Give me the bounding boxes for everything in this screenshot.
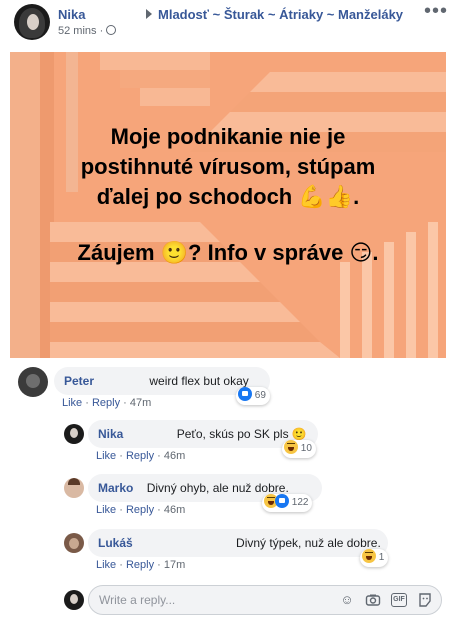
like-link[interactable]: Like xyxy=(96,559,116,571)
like-icon xyxy=(275,494,289,508)
group-path-link[interactable]: Mladosť ~ Šturak ~ Átriaky ~ Manželáky xyxy=(158,7,403,22)
comment-text: Divný týpek, nuž ale dobre. xyxy=(236,536,381,550)
commenter-name[interactable]: Lukáš xyxy=(98,536,133,550)
commenter-name[interactable]: Nika xyxy=(98,427,123,441)
post-meta: 52 mins · xyxy=(58,25,117,37)
arrow-right-icon xyxy=(146,9,152,19)
audience-globe-icon[interactable] xyxy=(106,25,117,35)
more-dots-icon[interactable]: ••• xyxy=(424,0,448,23)
avatar-face xyxy=(69,538,79,549)
image-caption: Moje podnikanie nie je postihnuté víruso… xyxy=(10,122,446,268)
avatar[interactable] xyxy=(64,478,84,498)
commenter-name[interactable]: Peter xyxy=(64,374,94,388)
haha-icon xyxy=(284,440,298,454)
haha-icon xyxy=(362,549,376,563)
comment-time[interactable]: · 46m xyxy=(157,450,185,462)
avatar[interactable] xyxy=(64,533,84,553)
comment-text: Divný ohyb, ale nuž dobre. xyxy=(146,481,289,495)
reply-composer[interactable]: ☺ GIF xyxy=(88,585,442,615)
commenter-name[interactable]: Marko xyxy=(98,481,133,495)
avatar[interactable] xyxy=(64,424,84,444)
image-caption-line-2: postihnuté vírusom, stúpam xyxy=(80,154,376,179)
comment-text: weird flex but okay xyxy=(149,374,249,388)
comment-actions: Like · Reply · 17m xyxy=(96,559,186,571)
author-avatar[interactable] xyxy=(14,4,50,40)
reply-link[interactable]: Reply xyxy=(126,450,154,462)
reply-input[interactable] xyxy=(99,586,319,614)
reaction-count: 10 xyxy=(300,443,312,454)
avatar-face xyxy=(70,428,78,438)
comment-time[interactable]: · 47m xyxy=(123,397,151,409)
reply-link[interactable]: Reply xyxy=(126,504,154,516)
emoji-icon[interactable]: ☺ xyxy=(339,592,355,608)
reply-link[interactable]: Reply xyxy=(92,397,120,409)
comment-text: Peťo, skús po SK pls 🙂 xyxy=(176,427,307,441)
composer-avatar xyxy=(64,590,84,610)
like-icon xyxy=(238,387,252,401)
reaction-count: 122 xyxy=(291,497,309,508)
reaction-summary[interactable]: 122 xyxy=(262,494,313,512)
like-link[interactable]: Like xyxy=(96,504,116,516)
comment-actions: Like · Reply · 46m xyxy=(96,450,186,462)
post-time[interactable]: 52 mins · xyxy=(58,25,103,37)
avatar-face xyxy=(26,374,40,388)
comment-bubble: Lukáš Divný týpek, nuž ale dobre. xyxy=(88,529,388,557)
reaction-count: 1 xyxy=(378,552,385,563)
author-name[interactable]: Nika xyxy=(58,7,85,22)
post-image[interactable]: Moje podnikanie nie je postihnuté víruso… xyxy=(10,52,446,358)
image-caption-line-4: Záujem 🙂? Info v správe 😏. xyxy=(77,240,379,265)
comment-actions: Like · Reply · 47m xyxy=(62,397,152,409)
reply-link[interactable]: Reply xyxy=(126,559,154,571)
image-caption-line-3: ďalej po schodoch 💪👍. xyxy=(96,184,360,209)
reaction-summary[interactable]: 1 xyxy=(360,549,389,567)
gif-icon[interactable]: GIF xyxy=(391,593,407,607)
image-caption-line-1: Moje podnikanie nie je xyxy=(110,124,346,149)
comment-time[interactable]: · 17m xyxy=(157,559,185,571)
avatar[interactable] xyxy=(18,367,48,397)
avatar-face xyxy=(27,14,39,30)
avatar-face xyxy=(70,594,78,604)
sticker-icon[interactable] xyxy=(417,592,433,608)
camera-icon[interactable] xyxy=(365,592,381,608)
reaction-summary[interactable]: 69 xyxy=(236,387,270,405)
reaction-summary[interactable]: 10 xyxy=(282,440,316,458)
like-link[interactable]: Like xyxy=(62,397,82,409)
comment-actions: Like · Reply · 46m xyxy=(96,504,186,516)
avatar-hair xyxy=(68,478,80,485)
reaction-count: 69 xyxy=(254,390,266,401)
post-header: Nika Mladosť ~ Šturak ~ Átriaky ~ Manžel… xyxy=(0,0,458,48)
comment-time[interactable]: · 46m xyxy=(157,504,185,516)
like-link[interactable]: Like xyxy=(96,450,116,462)
